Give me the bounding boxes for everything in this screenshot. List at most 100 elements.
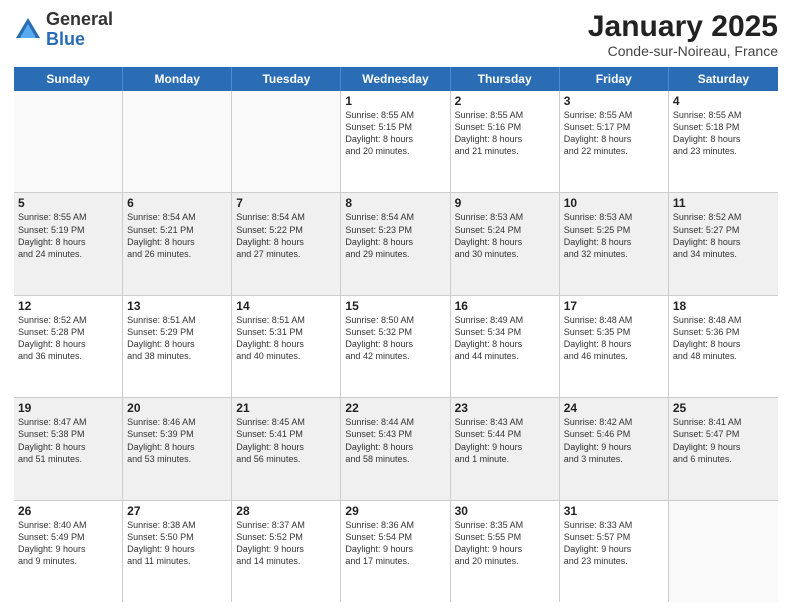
- cal-cell: 6 Sunrise: 8:54 AM Sunset: 5:21 PM Daylig…: [123, 193, 232, 294]
- cell-text: Sunrise: 8:45 AM Sunset: 5:41 PM Dayligh…: [236, 417, 305, 463]
- cal-cell: 24Sunrise: 8:42 AM Sunset: 5:46 PM Dayli…: [560, 398, 669, 499]
- cell-text: Sunrise: 8:55 AM Sunset: 5:17 PM Dayligh…: [564, 110, 633, 156]
- cal-cell: 16 Sunrise: 8:49 AM Sunset: 5:34 PM Dayli…: [451, 296, 560, 397]
- cal-cell: 8Sunrise: 8:54 AM Sunset: 5:23 PM Daylig…: [341, 193, 450, 294]
- cell-text: Sunrise: 8:51 AM Sunset: 5:29 PM Dayligh…: [127, 315, 196, 361]
- cell-text: Sunrise: 8:46 AM Sunset: 5:39 PM Dayligh…: [127, 417, 196, 463]
- logo-text: General Blue: [46, 10, 113, 50]
- cal-cell: 9Sunrise: 8:53 AM Sunset: 5:24 PM Daylig…: [451, 193, 560, 294]
- cal-cell: 21 Sunrise: 8:45 AM Sunset: 5:41 PM Dayli…: [232, 398, 341, 499]
- cell-text: Sunrise: 8:55 AM Sunset: 5:19 PM Dayligh…: [18, 212, 87, 258]
- cal-cell: [123, 91, 232, 192]
- day-number: 29: [345, 504, 445, 518]
- cell-text: Sunrise: 8:49 AM Sunset: 5:34 PM Dayligh…: [455, 315, 524, 361]
- cal-header-cell: Sunday: [14, 67, 123, 91]
- calendar: SundayMondayTuesdayWednesdayThursdayFrid…: [14, 67, 778, 602]
- cal-cell: 28 Sunrise: 8:37 AM Sunset: 5:52 PM Dayli…: [232, 501, 341, 602]
- cal-cell: 4 Sunrise: 8:55 AM Sunset: 5:18 PM Daylig…: [669, 91, 778, 192]
- cal-cell: 25 Sunrise: 8:41 AM Sunset: 5:47 PM Dayli…: [669, 398, 778, 499]
- day-number: 28: [236, 504, 336, 518]
- cal-cell: 23Sunrise: 8:43 AM Sunset: 5:44 PM Dayli…: [451, 398, 560, 499]
- cell-text: Sunrise: 8:48 AM Sunset: 5:36 PM Dayligh…: [673, 315, 742, 361]
- cal-cell: 3Sunrise: 8:55 AM Sunset: 5:17 PM Daylig…: [560, 91, 669, 192]
- cell-text: Sunrise: 8:53 AM Sunset: 5:25 PM Dayligh…: [564, 212, 633, 258]
- day-number: 27: [127, 504, 227, 518]
- cal-cell: 31 Sunrise: 8:33 AM Sunset: 5:57 PM Dayli…: [560, 501, 669, 602]
- cal-cell: 19Sunrise: 8:47 AM Sunset: 5:38 PM Dayli…: [14, 398, 123, 499]
- day-number: 17: [564, 299, 664, 313]
- day-number: 13: [127, 299, 227, 313]
- day-number: 4: [673, 94, 774, 108]
- day-number: 1: [345, 94, 445, 108]
- day-number: 15: [345, 299, 445, 313]
- title-block: January 2025 Conde-sur-Noireau, France: [588, 10, 778, 59]
- cal-header-cell: Tuesday: [232, 67, 341, 91]
- cal-cell: 22 Sunrise: 8:44 AM Sunset: 5:43 PM Dayli…: [341, 398, 450, 499]
- cal-cell: 29Sunrise: 8:36 AM Sunset: 5:54 PM Dayli…: [341, 501, 450, 602]
- cal-cell: 5Sunrise: 8:55 AM Sunset: 5:19 PM Daylig…: [14, 193, 123, 294]
- cal-cell: 27 Sunrise: 8:38 AM Sunset: 5:50 PM Dayli…: [123, 501, 232, 602]
- day-number: 20: [127, 401, 227, 415]
- day-number: 10: [564, 196, 664, 210]
- cal-header-cell: Saturday: [669, 67, 778, 91]
- cal-header-cell: Thursday: [451, 67, 560, 91]
- cell-text: Sunrise: 8:51 AM Sunset: 5:31 PM Dayligh…: [236, 315, 305, 361]
- cal-cell: 17 Sunrise: 8:48 AM Sunset: 5:35 PM Dayli…: [560, 296, 669, 397]
- day-number: 22: [345, 401, 445, 415]
- cell-text: Sunrise: 8:55 AM Sunset: 5:18 PM Dayligh…: [673, 110, 742, 156]
- day-number: 7: [236, 196, 336, 210]
- day-number: 30: [455, 504, 555, 518]
- cell-text: Sunrise: 8:47 AM Sunset: 5:38 PM Dayligh…: [18, 417, 87, 463]
- logo-general: General: [46, 10, 113, 30]
- day-number: 2: [455, 94, 555, 108]
- cell-text: Sunrise: 8:54 AM Sunset: 5:22 PM Dayligh…: [236, 212, 305, 258]
- cal-cell: [14, 91, 123, 192]
- day-number: 16: [455, 299, 555, 313]
- day-number: 26: [18, 504, 118, 518]
- day-number: 21: [236, 401, 336, 415]
- cell-text: Sunrise: 8:40 AM Sunset: 5:49 PM Dayligh…: [18, 520, 87, 566]
- cal-cell: 12Sunrise: 8:52 AM Sunset: 5:28 PM Dayli…: [14, 296, 123, 397]
- day-number: 6: [127, 196, 227, 210]
- cell-text: Sunrise: 8:55 AM Sunset: 5:15 PM Dayligh…: [345, 110, 414, 156]
- cell-text: Sunrise: 8:48 AM Sunset: 5:35 PM Dayligh…: [564, 315, 633, 361]
- cal-row: 26 Sunrise: 8:40 AM Sunset: 5:49 PM Dayli…: [14, 501, 778, 602]
- cal-cell: 11Sunrise: 8:52 AM Sunset: 5:27 PM Dayli…: [669, 193, 778, 294]
- cell-text: Sunrise: 8:38 AM Sunset: 5:50 PM Dayligh…: [127, 520, 196, 566]
- page: General Blue January 2025 Conde-sur-Noir…: [0, 0, 792, 612]
- cal-cell: 13 Sunrise: 8:51 AM Sunset: 5:29 PM Dayli…: [123, 296, 232, 397]
- cal-cell: 15 Sunrise: 8:50 AM Sunset: 5:32 PM Dayli…: [341, 296, 450, 397]
- cal-header-cell: Wednesday: [341, 67, 450, 91]
- cell-text: Sunrise: 8:33 AM Sunset: 5:57 PM Dayligh…: [564, 520, 633, 566]
- cal-header-cell: Friday: [560, 67, 669, 91]
- cal-cell: 14 Sunrise: 8:51 AM Sunset: 5:31 PM Dayli…: [232, 296, 341, 397]
- day-number: 25: [673, 401, 774, 415]
- day-number: 9: [455, 196, 555, 210]
- cell-text: Sunrise: 8:54 AM Sunset: 5:21 PM Dayligh…: [127, 212, 196, 258]
- cal-cell: [669, 501, 778, 602]
- cal-cell: 18Sunrise: 8:48 AM Sunset: 5:36 PM Dayli…: [669, 296, 778, 397]
- cell-text: Sunrise: 8:35 AM Sunset: 5:55 PM Dayligh…: [455, 520, 524, 566]
- calendar-header: SundayMondayTuesdayWednesdayThursdayFrid…: [14, 67, 778, 91]
- cell-text: Sunrise: 8:44 AM Sunset: 5:43 PM Dayligh…: [345, 417, 414, 463]
- cal-cell: 30 Sunrise: 8:35 AM Sunset: 5:55 PM Dayli…: [451, 501, 560, 602]
- cell-text: Sunrise: 8:37 AM Sunset: 5:52 PM Dayligh…: [236, 520, 305, 566]
- cal-cell: 1 Sunrise: 8:55 AM Sunset: 5:15 PM Daylig…: [341, 91, 450, 192]
- cell-text: Sunrise: 8:41 AM Sunset: 5:47 PM Dayligh…: [673, 417, 742, 463]
- logo-blue: Blue: [46, 30, 113, 50]
- cal-row: 19Sunrise: 8:47 AM Sunset: 5:38 PM Dayli…: [14, 398, 778, 500]
- cal-row: 5Sunrise: 8:55 AM Sunset: 5:19 PM Daylig…: [14, 193, 778, 295]
- logo: General Blue: [14, 10, 113, 50]
- cell-text: Sunrise: 8:52 AM Sunset: 5:28 PM Dayligh…: [18, 315, 87, 361]
- header: General Blue January 2025 Conde-sur-Noir…: [14, 10, 778, 59]
- day-number: 8: [345, 196, 445, 210]
- cell-text: Sunrise: 8:43 AM Sunset: 5:44 PM Dayligh…: [455, 417, 524, 463]
- calendar-body: 1 Sunrise: 8:55 AM Sunset: 5:15 PM Daylig…: [14, 91, 778, 602]
- cal-cell: 10 Sunrise: 8:53 AM Sunset: 5:25 PM Dayli…: [560, 193, 669, 294]
- cal-row: 1 Sunrise: 8:55 AM Sunset: 5:15 PM Daylig…: [14, 91, 778, 193]
- day-number: 14: [236, 299, 336, 313]
- cell-text: Sunrise: 8:50 AM Sunset: 5:32 PM Dayligh…: [345, 315, 414, 361]
- cell-text: Sunrise: 8:55 AM Sunset: 5:16 PM Dayligh…: [455, 110, 524, 156]
- cal-row: 12Sunrise: 8:52 AM Sunset: 5:28 PM Dayli…: [14, 296, 778, 398]
- day-number: 31: [564, 504, 664, 518]
